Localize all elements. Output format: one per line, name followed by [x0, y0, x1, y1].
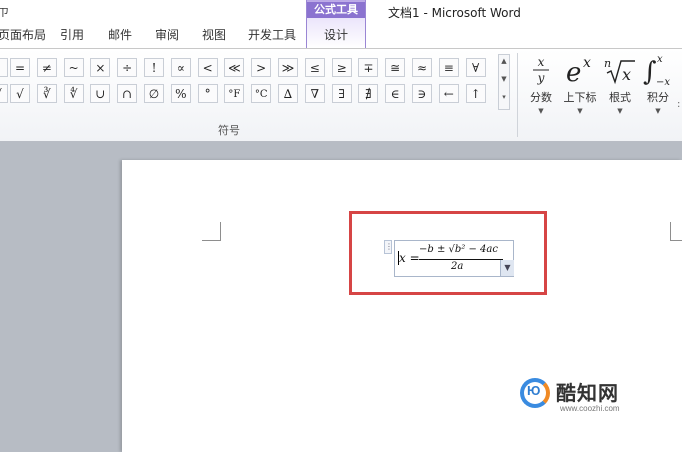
symbol-button[interactable]: ≠ — [36, 58, 57, 77]
symbol-button[interactable]: ≤ — [304, 58, 325, 77]
symbol-button[interactable]: ∆ — [278, 84, 298, 103]
integral-button[interactable]: ∫ x −x 积分 ▼ — [638, 51, 678, 115]
tab-page-layout[interactable]: 页面布局 — [0, 24, 46, 46]
equation-move-handle[interactable]: ⋮ — [384, 240, 393, 254]
chevron-down-icon: ▼ — [538, 107, 544, 115]
equation-lhs: x = — [399, 251, 420, 265]
watermark-brand: 酷知网 — [556, 381, 619, 405]
symbol-gallery-scroll[interactable]: ▲ ▼ ▾ — [498, 54, 510, 110]
watermark-url: www.coozhi.com — [560, 404, 620, 413]
symbol-button[interactable]: √ — [0, 84, 8, 103]
symbol-button[interactable]: ∄ — [358, 84, 379, 103]
chevron-down-icon: ▼ — [577, 107, 583, 115]
symbol-button[interactable]: ∝ — [170, 58, 191, 77]
tab-mailings[interactable]: 邮件 — [108, 24, 132, 46]
left-cut-glyph: ㄗ — [0, 6, 9, 19]
symbol-button[interactable]: = — [10, 58, 30, 77]
svg-text:y: y — [537, 71, 545, 85]
symbol-button[interactable]: ÷ — [117, 58, 138, 77]
symbol-button[interactable]: × — [90, 58, 111, 77]
chevron-down-icon: ▼ — [617, 107, 623, 115]
window-title: 文档1 - Microsoft Word — [388, 6, 521, 20]
script-button[interactable]: e x 上下标 ▼ — [560, 51, 600, 115]
margin-corner-marker — [202, 222, 221, 241]
svg-text:x: x — [538, 55, 545, 69]
tab-design[interactable]: 设计 — [307, 24, 365, 46]
watermark-logo: Ю — [520, 378, 550, 408]
symbol-button[interactable]: ∪ — [90, 84, 111, 103]
tab-review[interactable]: 审阅 — [155, 24, 179, 46]
symbol-button[interactable]: ∓ — [358, 58, 379, 77]
symbol-button[interactable]: < — [197, 58, 218, 77]
symbol-button[interactable]: > — [251, 58, 272, 77]
symbol-button[interactable]: ∈ — [385, 84, 406, 103]
integral-icon: ∫ x −x — [638, 51, 678, 89]
svg-text:n: n — [604, 57, 611, 70]
symbol-button[interactable]: ≫ — [278, 58, 298, 77]
more-icon[interactable]: ▾ — [499, 93, 509, 101]
chevron-down-icon: ▼ — [655, 107, 661, 115]
symbol-button[interactable]: ∃ — [331, 84, 352, 103]
symbol-button[interactable]: °C — [251, 84, 272, 103]
symbol-button[interactable]: √ — [10, 84, 30, 103]
svg-text:x: x — [622, 65, 631, 84]
equation-numerator: −b ± √b² − 4ac — [419, 244, 498, 255]
tab-view[interactable]: 视图 — [202, 24, 226, 46]
symbol-button[interactable]: ° — [197, 84, 218, 103]
symbol-button[interactable]: ! — [144, 58, 164, 77]
fraction-bar — [419, 259, 503, 260]
fraction-label: 分数 — [530, 91, 552, 104]
symbol-button[interactable]: ∀ — [465, 58, 486, 77]
equation-tools-group: 公式工具 设计 — [306, 0, 366, 48]
scroll-up-icon[interactable]: ▲ — [499, 57, 509, 65]
symbol-button[interactable]: ∋ — [412, 84, 432, 103]
symbol-button[interactable]: ∇ — [304, 84, 325, 103]
symbols-group-label: 符号 — [218, 124, 240, 137]
tab-references[interactable]: 引用 — [60, 24, 84, 46]
ribbon-overflow-edge: : — [677, 99, 681, 110]
svg-text:x: x — [583, 55, 591, 71]
symbol-button[interactable]: ≡ — [438, 58, 459, 77]
symbol-button[interactable]: ≥ — [331, 58, 352, 77]
radical-label: 根式 — [609, 91, 631, 104]
symbol-button[interactable]: ≪ — [224, 58, 245, 77]
title-bar: ㄗ 页面布局 引用 邮件 审阅 视图 开发工具 公式工具 设计 文档1 - Mi… — [0, 0, 682, 48]
margin-corner-marker — [670, 222, 682, 241]
equation-object[interactable]: x = −b ± √b² − 4ac 2a — [394, 240, 514, 277]
symbol-button[interactable]: % — [170, 84, 191, 103]
symbol-button[interactable]: ~ — [63, 58, 84, 77]
radical-icon: n x — [600, 51, 640, 89]
fraction-button[interactable]: x y 分数 ▼ — [521, 51, 561, 115]
script-icon: e x — [560, 51, 600, 89]
svg-text:e: e — [566, 58, 581, 87]
scroll-down-icon[interactable]: ▼ — [499, 75, 509, 83]
symbol-button[interactable]: ↑ — [465, 84, 486, 103]
symbol-button[interactable]: ∜ — [63, 84, 84, 103]
svg-text:−x: −x — [656, 77, 670, 88]
symbol-button[interactable]: ∛ — [36, 84, 57, 103]
group-divider — [517, 53, 518, 137]
symbol-button[interactable]: ∩ — [117, 84, 138, 103]
symbol-button[interactable]: ≈ — [412, 58, 432, 77]
svg-text:x: x — [657, 54, 663, 65]
radical-button[interactable]: n x 根式 ▼ — [600, 51, 640, 115]
symbol-button[interactable]: ∅ — [144, 84, 164, 103]
integral-label: 积分 — [647, 91, 669, 104]
fraction-icon: x y — [521, 51, 561, 89]
symbol-button[interactable]: ← — [438, 84, 459, 103]
symbol-button[interactable]: °F — [224, 84, 245, 103]
symbol-button[interactable]: - — [0, 58, 8, 77]
svg-text:∫: ∫ — [643, 57, 657, 87]
equation-tools-title: 公式工具 — [307, 2, 365, 18]
script-label: 上下标 — [563, 91, 597, 104]
equation-denominator: 2a — [451, 261, 464, 272]
tab-developer[interactable]: 开发工具 — [248, 24, 296, 46]
equation-options-dropdown[interactable]: ▼ — [500, 260, 514, 276]
ribbon: -= ≠ ~ × ÷! ∝ < ≪ > ≫ ≤ ≥ ∓ ≅ ≈ ≡ ∀ √√ ∛ ∜ ∪ ∩ ∅% ° °F °C ∆ ∇ ∃ ∄ ∈ ∋ ← ↑… — [0, 48, 682, 142]
symbol-button[interactable]: ≅ — [385, 58, 406, 77]
